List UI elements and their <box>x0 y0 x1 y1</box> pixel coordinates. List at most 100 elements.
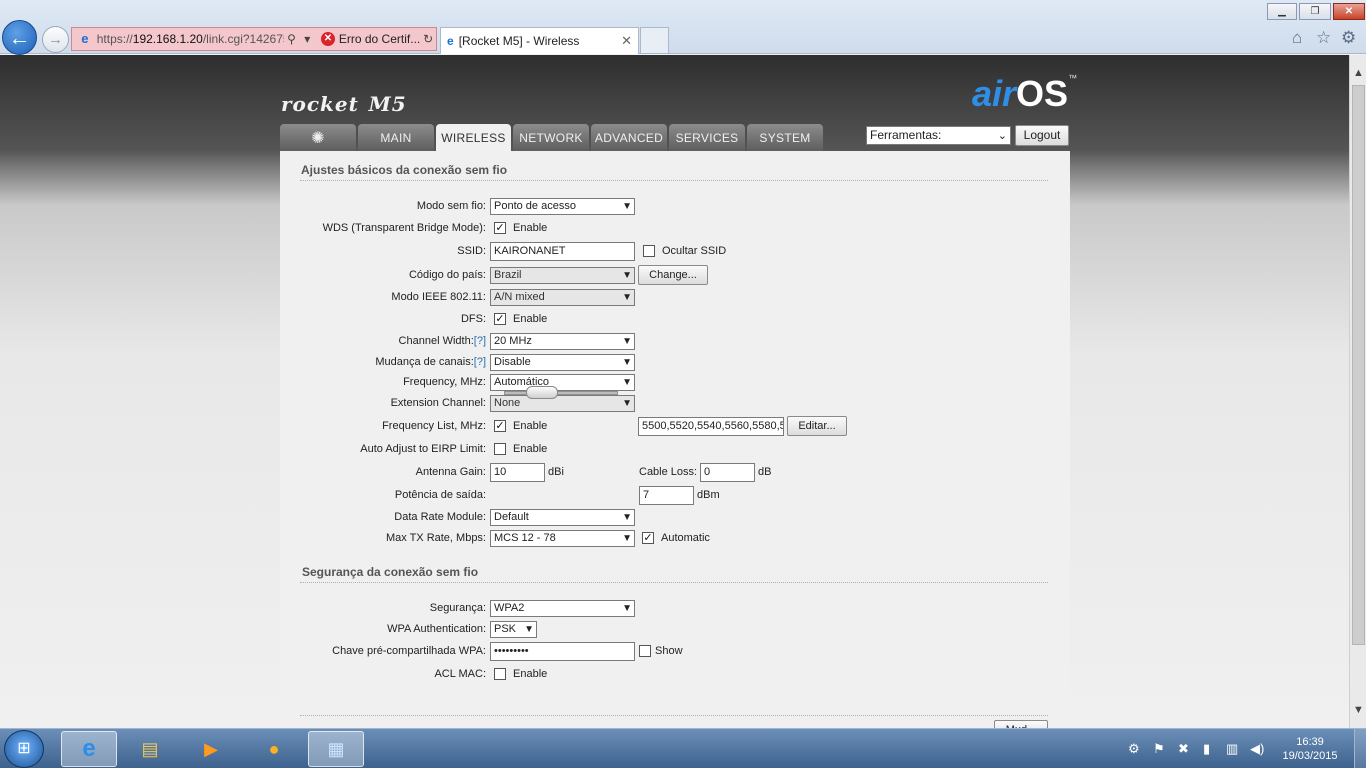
auto-adjust-enable-label: Enable <box>513 443 548 455</box>
wpa-auth-select[interactable]: PSK ▼ <box>490 621 537 638</box>
change-country-button[interactable]: Change... <box>638 265 708 285</box>
chevron-down-icon: ▼ <box>622 357 632 368</box>
wireless-mode-value: Ponto de acesso <box>494 200 576 212</box>
frequency-list-checkbox[interactable]: ✓ <box>494 420 506 432</box>
ssid-input[interactable]: KAIRONANET <box>490 242 635 261</box>
change-button[interactable]: Mud... <box>994 720 1048 728</box>
new-tab-button[interactable] <box>640 27 669 53</box>
hide-ssid-checkbox[interactable] <box>643 245 655 257</box>
tab-ubnt-logo[interactable]: ✺ <box>280 124 356 151</box>
frequency-list-input[interactable]: 5500,5520,5540,5560,5580,5 <box>638 417 784 436</box>
refresh-icon[interactable]: ↻ <box>420 32 436 46</box>
extension-channel-select: None ▼ <box>490 395 635 412</box>
cert-error-label[interactable]: Erro do Certif... <box>339 32 420 46</box>
taskbar-remote-desktop[interactable]: ▦ <box>308 731 364 767</box>
url-prefix: https:// <box>96 32 133 46</box>
taskbar-clock[interactable]: 16:39 19/03/2015 <box>1280 735 1340 763</box>
rocket-m5-logo: rocket M5 <box>281 88 407 117</box>
search-icon[interactable]: ⚲ <box>284 32 300 46</box>
security-select[interactable]: WPA2 ▼ <box>490 600 635 617</box>
ubiquiti-logo-icon: ✺ <box>311 129 325 147</box>
max-tx-rate-select[interactable]: MCS 12 - 78 ▼ <box>490 530 635 547</box>
tray-network-icon[interactable]: ▥ <box>1226 741 1238 757</box>
ieee-mode-value: A/N mixed <box>494 291 545 303</box>
gear-icon[interactable]: ⚙ <box>1341 28 1356 48</box>
minimize-button[interactable]: ▁ <box>1267 3 1297 20</box>
ie-page-icon: e <box>81 31 89 46</box>
tab-wireless[interactable]: WIRELESS <box>436 124 511 152</box>
favorites-star-icon[interactable]: ☆ <box>1316 28 1331 48</box>
wireless-mode-select[interactable]: Ponto de acesso ▼ <box>490 198 635 215</box>
wpa-auth-value: PSK <box>494 623 517 635</box>
scroll-up-icon[interactable]: ▲ <box>1353 67 1364 79</box>
remote-desktop-icon: ▦ <box>327 738 345 759</box>
tools-select[interactable]: Ferramentas: ⌄ <box>866 126 1011 145</box>
browser-tab-active[interactable]: e [Rocket M5] - Wireless ✕ <box>440 27 639 54</box>
frequency-select[interactable]: Automático ▼ <box>490 374 635 391</box>
dropdown-arrow-icon[interactable]: ▾ <box>299 32 315 46</box>
edit-frequency-list-button[interactable]: Editar... <box>787 416 847 436</box>
cable-loss-label: Cable Loss: <box>639 466 698 478</box>
main-nav-tabs: ✺ MAIN WIRELESS NETWORK ADVANCED SERVICE… <box>280 124 825 152</box>
show-desktop-button[interactable] <box>1354 729 1366 768</box>
channel-shift-select[interactable]: Disable ▼ <box>490 354 635 371</box>
tray-flag-icon[interactable]: ⚑ <box>1153 741 1165 757</box>
tab-network[interactable]: NETWORK <box>513 124 589 151</box>
maximize-button[interactable]: ❐ <box>1299 3 1331 20</box>
psk-input[interactable]: ••••••••• <box>490 642 635 661</box>
wpa-auth-label: WPA Authentication: <box>387 623 486 635</box>
logout-button[interactable]: Logout <box>1015 125 1069 146</box>
tab-services[interactable]: SERVICES <box>669 124 745 151</box>
automatic-rate-checkbox[interactable]: ✓ <box>642 532 654 544</box>
tab-advanced[interactable]: ADVANCED <box>591 124 667 151</box>
channel-shift-help-link[interactable]: [?] <box>474 356 486 368</box>
tray-network-app-icon[interactable]: ⚙ <box>1128 741 1140 757</box>
tools-select-value: Ferramentas: <box>870 128 942 142</box>
output-power-input[interactable]: 7 <box>639 486 694 505</box>
acl-mac-enable-label: Enable <box>513 668 548 680</box>
cable-loss-unit: dB <box>758 466 772 478</box>
address-bar[interactable]: e https://192.168.1.20/link.cgi?142675 ⚲… <box>71 27 437 51</box>
antenna-gain-input[interactable]: 10 <box>490 463 545 482</box>
tray-volume-icon[interactable]: ◀) <box>1250 741 1264 757</box>
country-code-value: Brazil <box>494 269 522 281</box>
antenna-gain-label: Antenna Gain: <box>415 466 486 478</box>
close-window-button[interactable]: ✕ <box>1333 3 1365 20</box>
show-psk-checkbox[interactable] <box>639 645 651 657</box>
frequency-label: Frequency, MHz: <box>403 376 486 388</box>
address-url[interactable]: https://192.168.1.20/link.cgi?142675 <box>97 32 284 46</box>
tab-system[interactable]: SYSTEM <box>747 124 823 151</box>
dfs-checkbox[interactable]: ✓ <box>494 313 506 325</box>
acl-mac-checkbox[interactable] <box>494 668 506 680</box>
scroll-down-icon[interactable]: ▼ <box>1353 704 1364 716</box>
output-power-slider-handle[interactable] <box>526 386 558 399</box>
cable-loss-input[interactable]: 0 <box>700 463 755 482</box>
auto-adjust-checkbox[interactable] <box>494 443 506 455</box>
back-button[interactable]: ← <box>2 20 37 55</box>
page-scrollbar[interactable]: ▲ ▼ <box>1349 55 1366 728</box>
output-power-slider-track[interactable] <box>504 391 618 395</box>
start-button[interactable]: ⊞ <box>4 730 44 768</box>
taskbar-internet-explorer[interactable]: e <box>61 731 117 767</box>
frequency-list-enable-label: Enable <box>513 420 548 432</box>
scrollbar-thumb[interactable] <box>1352 85 1365 645</box>
taskbar-file-explorer[interactable]: ▤ <box>122 731 178 767</box>
taskbar-player-app[interactable]: ● <box>246 731 302 767</box>
data-rate-module-select[interactable]: Default ▼ <box>490 509 635 526</box>
wireless-mode-label: Modo sem fio: <box>416 200 486 212</box>
security-label: Segurança: <box>429 602 486 614</box>
channel-shift-value: Disable <box>494 356 531 368</box>
close-tab-icon[interactable]: ✕ <box>621 33 632 49</box>
tab-main[interactable]: MAIN <box>358 124 434 151</box>
channel-width-help-link[interactable]: [?] <box>474 335 486 347</box>
forward-button[interactable]: → <box>42 26 69 53</box>
show-psk-label: Show <box>655 645 683 657</box>
home-icon[interactable]: ⌂ <box>1292 28 1302 48</box>
taskbar-media-player[interactable]: ▶ <box>183 731 239 767</box>
tray-security-icon[interactable]: ✖ <box>1178 741 1189 757</box>
wds-checkbox[interactable]: ✓ <box>494 222 506 234</box>
channel-shift-text: Mudança de canais: <box>375 356 474 368</box>
tray-battery-icon[interactable]: ▮ <box>1203 741 1210 757</box>
automatic-rate-label: Automatic <box>661 532 710 544</box>
channel-width-select[interactable]: 20 MHz ▼ <box>490 333 635 350</box>
